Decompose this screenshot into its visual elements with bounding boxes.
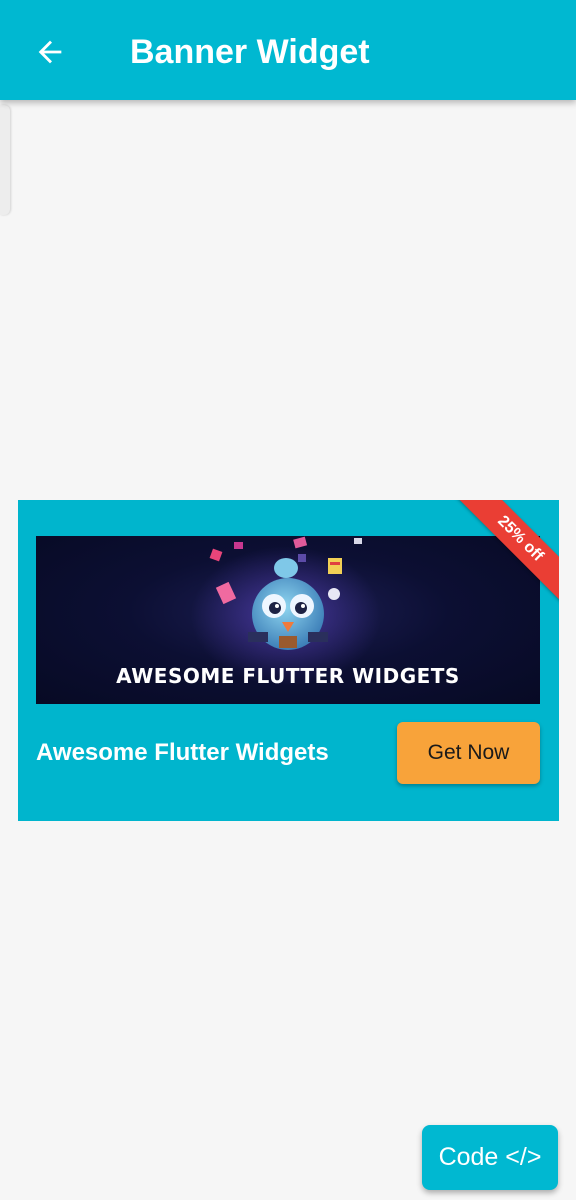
- banner-title: Awesome Flutter Widgets: [36, 739, 329, 766]
- promo-banner[interactable]: AWESOME FLUTTER WIDGETS 25% off Awesome …: [18, 500, 559, 821]
- arrow-left-icon: [38, 40, 62, 64]
- page-title: Banner Widget: [130, 33, 370, 71]
- app-bar: Banner Widget: [0, 0, 576, 100]
- back-button[interactable]: [22, 24, 78, 80]
- banner-image-caption: AWESOME FLUTTER WIDGETS: [116, 664, 460, 688]
- discount-ribbon: 25% off: [449, 500, 559, 610]
- code-button[interactable]: Code </>: [422, 1125, 558, 1190]
- drawer-edge-handle[interactable]: [0, 105, 10, 215]
- discount-ribbon-label: 25% off: [456, 500, 559, 603]
- get-now-button[interactable]: Get Now: [397, 722, 540, 784]
